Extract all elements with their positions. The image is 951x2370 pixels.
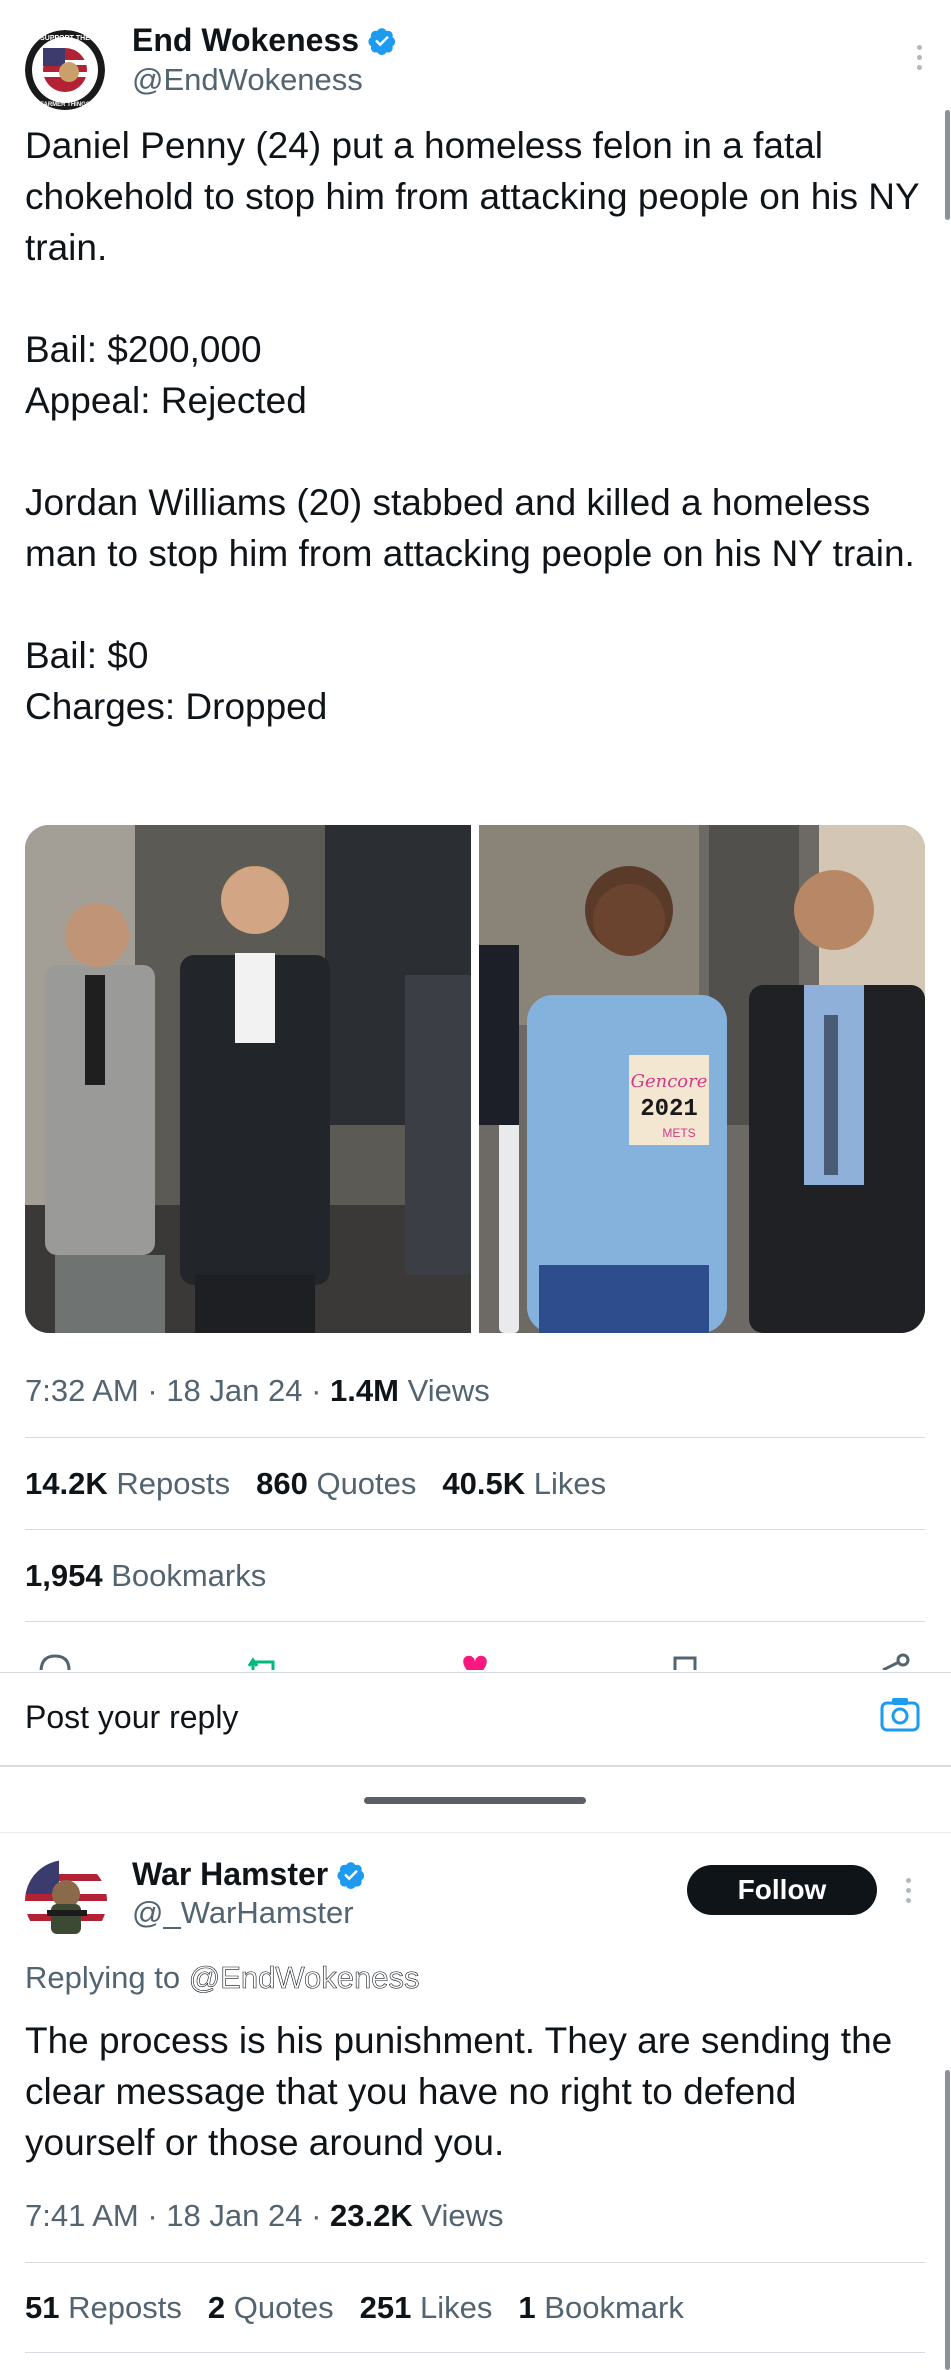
like-icon[interactable] <box>445 1648 505 1670</box>
reply-avatar[interactable] <box>25 1860 107 1942</box>
reply-quotes-stat[interactable]: 2 Quotes <box>208 2290 334 2326</box>
replying-prefix: Replying to <box>25 1960 181 1995</box>
reply-views-count: 23.2K <box>330 2198 413 2233</box>
avatar-bottom-text: FARMER THINGS <box>40 102 90 108</box>
sheet-grabber[interactable] <box>364 1797 586 1804</box>
bookmark-icon[interactable] <box>655 1648 715 1670</box>
reply-input[interactable]: Post your reply <box>25 1699 238 1736</box>
hoodie-text-1: Gencore <box>631 1071 708 1092</box>
reply-composer[interactable]: Post your reply <box>0 1672 951 1767</box>
share-icon[interactable] <box>865 1648 925 1670</box>
scrollbar[interactable] <box>945 110 950 220</box>
quotes-stat[interactable]: 860 Quotes <box>256 1466 416 1502</box>
tweet-text: Daniel Penny (24) put a homeless felon i… <box>25 125 919 727</box>
reply-bookmarks-stat[interactable]: 1 Bookmark <box>518 2290 683 2326</box>
hoodie-text-3: METS <box>662 1126 695 1140</box>
divider <box>25 1529 925 1530</box>
more-icon[interactable] <box>906 1878 911 1903</box>
replying-to-link[interactable]: @EndWokeness <box>188 1960 419 1996</box>
divider <box>0 1832 951 1833</box>
reposts-stat[interactable]: 14.2K Reposts <box>25 1466 230 1502</box>
author-handle[interactable]: @EndWokeness <box>132 62 363 98</box>
more-icon[interactable] <box>917 45 925 70</box>
tweet-time: 7:32 AM <box>25 1373 139 1408</box>
reply-author-row: War Hamster <box>132 1856 366 1893</box>
author-name[interactable]: End Wokeness <box>132 22 359 59</box>
reply-engagement-stats: 51 Reposts 2 Quotes 251 Likes 1 Bookmark <box>25 2290 684 2326</box>
bookmarks-stat[interactable]: 1,954 Bookmarks <box>25 1558 266 1594</box>
divider <box>25 2262 925 2263</box>
reply-time: 7:41 AM <box>25 2198 139 2233</box>
verified-badge-icon <box>368 27 396 55</box>
repost-icon[interactable] <box>235 1648 295 1670</box>
tweet-date: 18 Jan 24 <box>166 1373 303 1408</box>
photo-left[interactable] <box>25 825 471 1333</box>
author-avatar[interactable]: SUPPORT THE FARMER THINGS <box>25 30 105 110</box>
verified-badge-icon <box>337 1861 365 1889</box>
photo-right[interactable]: Gencore 2021 METS <box>479 825 925 1333</box>
reply-reposts-stat[interactable]: 51 Reposts <box>25 2290 182 2326</box>
bookmarks-stats: 1,954 Bookmarks <box>25 1558 266 1594</box>
scrollbar[interactable] <box>945 2070 950 2370</box>
tweet-timestamp[interactable]: 7:32 AM · 18 Jan 24 · 1.4M Views <box>25 1373 490 1409</box>
tweet-media[interactable]: Gencore 2021 METS <box>25 825 925 1333</box>
tweet-header: SUPPORT THE FARMER THINGS End Wokeness @… <box>25 20 925 110</box>
views-count: 1.4M <box>330 1373 399 1408</box>
divider <box>25 2352 925 2353</box>
avatar-top-text: SUPPORT THE <box>40 35 90 42</box>
reply-author-name[interactable]: War Hamster <box>132 1856 328 1893</box>
reply-likes-stat[interactable]: 251 Likes <box>360 2290 493 2326</box>
hoodie-text-2: 2021 <box>640 1096 698 1123</box>
reply-author-handle[interactable]: @_WarHamster <box>132 1895 354 1931</box>
tweet-actions <box>25 1648 925 1670</box>
divider <box>25 1437 925 1438</box>
likes-stat[interactable]: 40.5K Likes <box>442 1466 606 1502</box>
camera-icon[interactable] <box>879 1695 921 1738</box>
reply-date: 18 Jan 24 <box>166 2198 303 2233</box>
views-label: Views <box>407 1373 490 1408</box>
reply-views-label: Views <box>421 2198 504 2233</box>
reply-timestamp[interactable]: 7:41 AM · 18 Jan 24 · 23.2K Views <box>25 2198 504 2234</box>
replying-to: Replying to @EndWokeness <box>25 1960 420 1996</box>
reply-text: The process is his punishment. They are … <box>25 2020 893 2163</box>
follow-button[interactable]: Follow <box>687 1865 877 1915</box>
reply-icon[interactable] <box>25 1648 85 1670</box>
engagement-stats: 14.2K Reposts 860 Quotes 40.5K Likes <box>25 1466 606 1502</box>
divider <box>25 1621 925 1622</box>
